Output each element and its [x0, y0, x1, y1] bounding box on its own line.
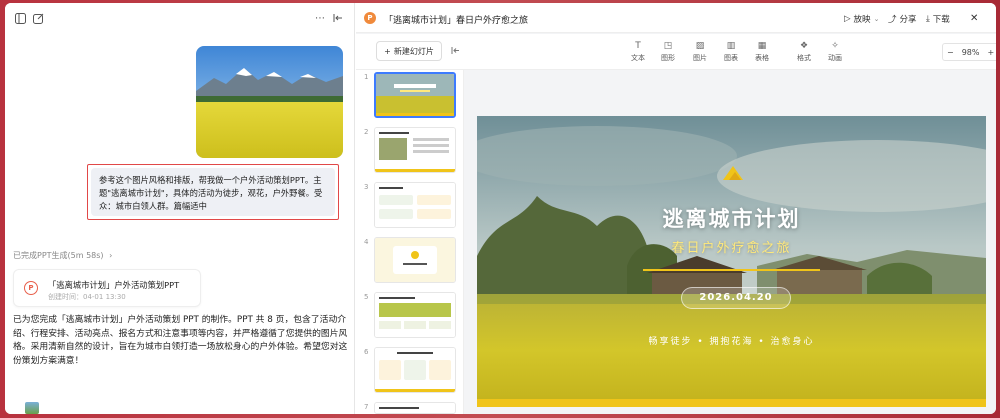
- share-label: 分享: [899, 15, 917, 25]
- slide-thumbnails: 1 2 3 4 5 6 7: [356, 70, 464, 414]
- table-icon: ▦: [757, 41, 767, 51]
- slide-thumb-1[interactable]: [374, 72, 456, 118]
- slide-background: [477, 116, 986, 407]
- reference-image: [196, 46, 343, 158]
- chat-panel: ⋯ 参考这个图片风格和排版，帮我做一个户外活动策划PPT。主题"逃离城市计划"，…: [5, 3, 355, 414]
- download-label: 下载: [932, 15, 950, 25]
- zoom-out-button[interactable]: −: [943, 48, 958, 57]
- new-chat-icon[interactable]: [33, 11, 44, 25]
- slide-date-badge[interactable]: 2026.04.20: [681, 287, 791, 309]
- shape-tool[interactable]: ◳ 图形: [657, 41, 679, 63]
- play-label: 放映: [853, 15, 871, 25]
- animation-tool[interactable]: ✧ 动画: [824, 41, 846, 63]
- chevron-down-icon: ⌄: [873, 15, 880, 23]
- format-tool[interactable]: ❖ 格式: [793, 41, 815, 63]
- plus-icon: +: [384, 46, 391, 56]
- ppt-card-title: 「逃离城市计划」户外活动策划PPT: [48, 280, 180, 290]
- slide-bottom-bar: [477, 399, 986, 407]
- user-message-text: 参考这个图片风格和排版，帮我做一个户外活动策划PPT。主题"逃离城市计划"，具体…: [91, 168, 335, 216]
- image-tool-label: 图片: [693, 54, 707, 62]
- text-tool[interactable]: T 文本: [627, 41, 649, 63]
- attachment-thumbnail[interactable]: [25, 402, 39, 414]
- table-tool-label: 表格: [755, 54, 769, 62]
- share-icon: ⤴: [888, 15, 897, 25]
- document-title: 「逃离城市计划」春日户外疗愈之旅: [384, 16, 529, 26]
- slide-canvas[interactable]: 逃离城市计划 春日户外疗愈之旅 2026.04.20 畅享徒步 • 拥抱花海 •…: [477, 116, 986, 407]
- play-button[interactable]: ▷ 放映 ⌄: [844, 13, 879, 25]
- slide-subtitle[interactable]: 春日户外疗愈之旅: [477, 237, 986, 256]
- app-window: ⋯ 参考这个图片风格和排版，帮我做一个户外活动策划PPT。主题"逃离城市计划"，…: [5, 3, 996, 414]
- slide-thumb-3[interactable]: [374, 182, 456, 228]
- assistant-summary: 已为您完成「逃离城市计划」户外活动策划 PPT 的制作。PPT 共 8 页，包含…: [13, 315, 348, 366]
- ppt-file-icon: P: [24, 281, 38, 295]
- image-tool[interactable]: ▨ 图片: [689, 41, 711, 63]
- share-button[interactable]: ⤴ 分享: [888, 13, 917, 25]
- slide-thumb-2[interactable]: [374, 127, 456, 173]
- chart-tool-label: 图表: [724, 54, 738, 62]
- collapse-thumbs-icon[interactable]: [451, 46, 460, 58]
- animation-tool-label: 动画: [828, 54, 842, 62]
- chevron-right-icon: ›: [109, 251, 113, 260]
- table-tool[interactable]: ▦ 表格: [751, 41, 773, 63]
- slide-tags[interactable]: 畅享徒步 • 拥抱花海 • 治愈身心: [477, 334, 986, 347]
- slide-thumb-7[interactable]: [374, 402, 456, 414]
- thumb-number: 3: [364, 183, 369, 191]
- sidebar-toggle-icon[interactable]: [15, 11, 26, 25]
- image-icon: ▨: [695, 41, 705, 51]
- zoom-level[interactable]: 98%: [958, 48, 984, 57]
- play-icon: ▷: [844, 14, 851, 24]
- close-icon[interactable]: ✕: [970, 13, 978, 24]
- ppt-editor: P 「逃离城市计划」春日户外疗愈之旅 ▷ 放映 ⌄ ⤴ 分享 ⤓ 下载 ✕ + …: [356, 3, 996, 414]
- user-message: 参考这个图片风格和排版，帮我做一个户外活动策划PPT。主题"逃离城市计划"，具体…: [87, 164, 339, 220]
- format-icon: ❖: [799, 41, 809, 51]
- ppt-card-meta: 创建时间：04-01 13:30: [48, 293, 126, 301]
- thumb-number: 4: [364, 238, 369, 246]
- chart-icon: ▥: [726, 41, 736, 51]
- slide-thumb-5[interactable]: [374, 292, 456, 338]
- thumb-number: 2: [364, 128, 369, 136]
- format-tool-label: 格式: [797, 54, 811, 62]
- slide-thumb-4[interactable]: [374, 237, 456, 283]
- editor-header: P 「逃离城市计划」春日户外疗愈之旅 ▷ 放映 ⌄ ⤴ 分享 ⤓ 下载 ✕: [356, 3, 996, 33]
- new-slide-label: 新建幻灯片: [393, 46, 434, 56]
- zoom-in-button[interactable]: +: [983, 48, 996, 57]
- chart-tool[interactable]: ▥ 图表: [720, 41, 742, 63]
- text-tool-label: 文本: [631, 54, 645, 62]
- slide-title[interactable]: 逃离城市计划: [477, 203, 986, 233]
- thumb-number: 1: [364, 73, 369, 81]
- animation-icon: ✧: [831, 41, 839, 51]
- download-button[interactable]: ⤓ 下载: [926, 13, 950, 25]
- slide-thumb-6[interactable]: [374, 347, 456, 393]
- thumb-number: 5: [364, 293, 369, 301]
- shape-tool-label: 图形: [661, 54, 675, 62]
- generation-status[interactable]: 已完成PPT生成(5m 58s) ›: [13, 250, 112, 261]
- new-slide-button[interactable]: + 新建幻灯片: [376, 41, 442, 61]
- thumb-number: 7: [364, 403, 369, 411]
- thumb-number: 6: [364, 348, 369, 356]
- generation-status-text: 已完成PPT生成(5m 58s): [13, 251, 104, 260]
- text-icon: T: [635, 41, 641, 51]
- ppt-logo-icon: P: [364, 12, 376, 24]
- more-icon[interactable]: ⋯: [315, 11, 325, 25]
- shape-icon: ◳: [663, 41, 673, 51]
- editor-toolbar: + 新建幻灯片 T 文本 ◳ 图形 ▨ 图片 ▥ 图表 ▦ 表格 ❖ 格式 ✧ 动画 − 98…: [356, 34, 996, 70]
- collapse-panel-icon[interactable]: [333, 11, 343, 25]
- ppt-result-card[interactable]: P 「逃离城市计划」户外活动策划PPT 创建时间：04-01 13:30: [13, 269, 201, 307]
- download-icon: ⤓: [926, 14, 930, 24]
- zoom-control: − 98% +: [942, 43, 996, 61]
